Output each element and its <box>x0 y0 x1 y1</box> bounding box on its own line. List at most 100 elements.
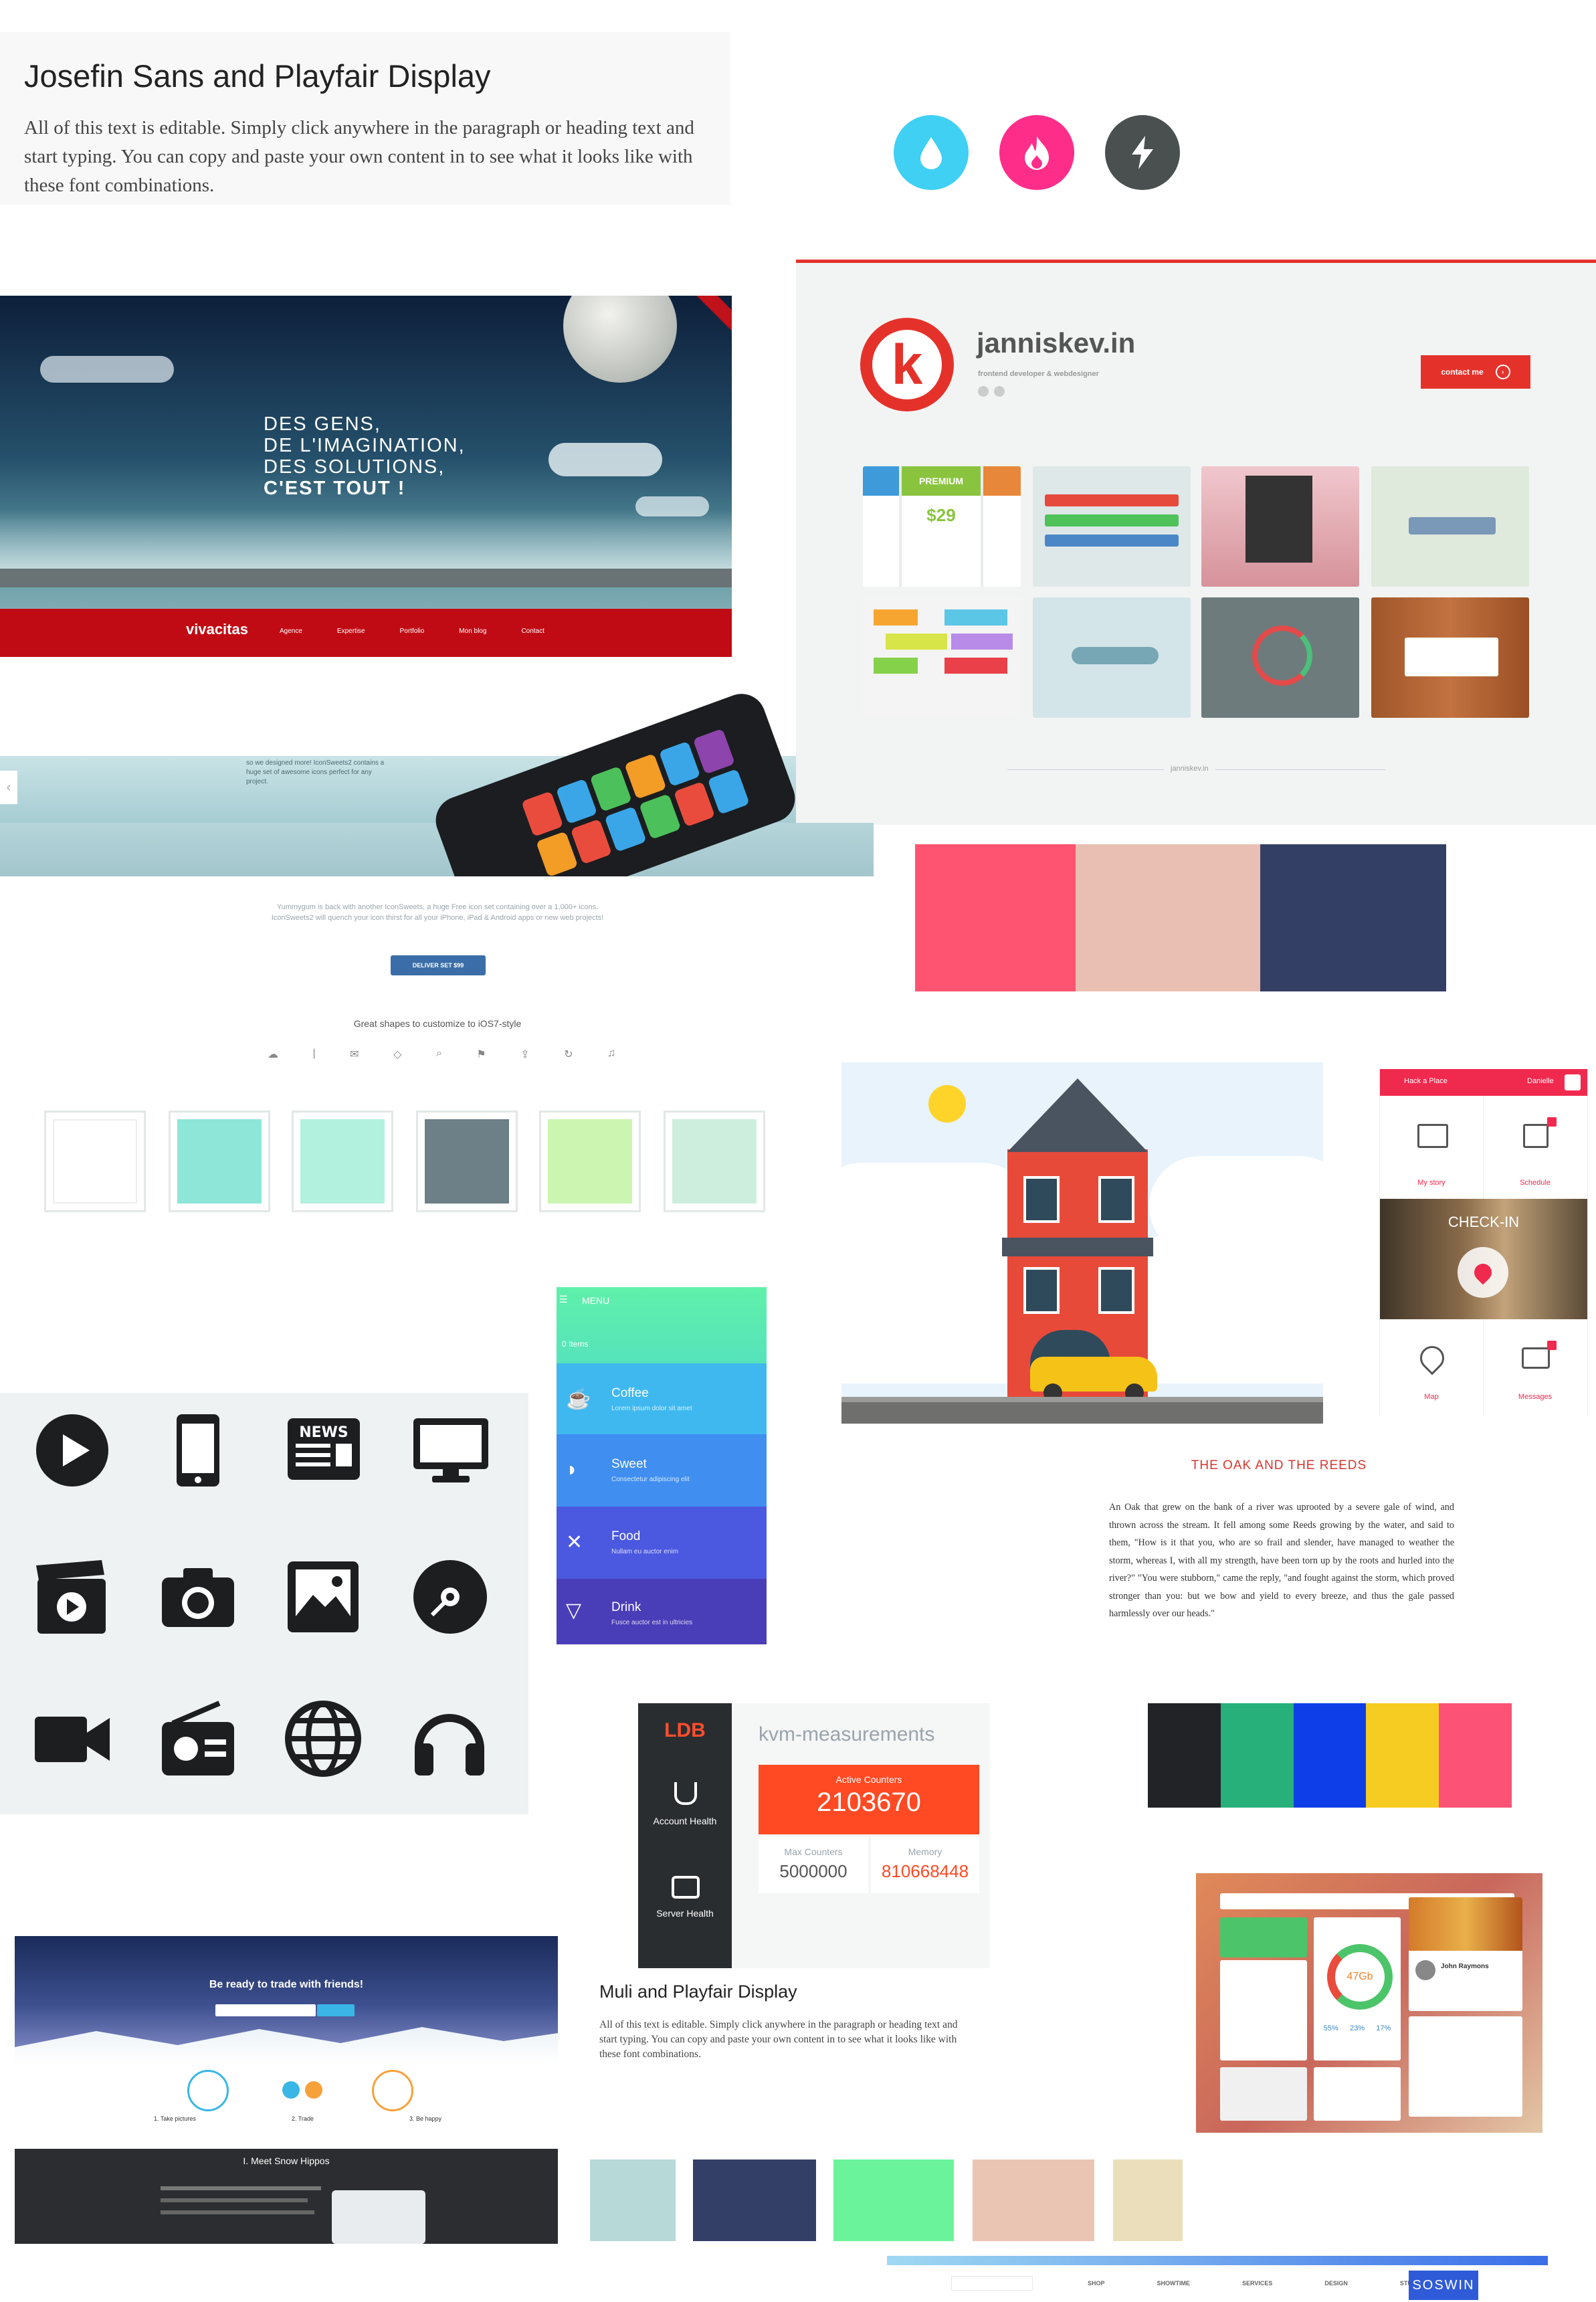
hamburger-icon[interactable]: ☰ <box>559 1294 568 1305</box>
ldb-logo[interactable]: LDB <box>638 1719 732 1742</box>
twitter-icon[interactable] <box>978 386 989 397</box>
globe-icon <box>285 1701 361 1777</box>
swatch-square[interactable] <box>539 1111 641 1212</box>
memory-card[interactable]: Memory 810668448 <box>871 1837 979 1893</box>
swatch[interactable] <box>973 2160 1094 2241</box>
user-icon[interactable] <box>1565 1074 1581 1090</box>
moon <box>563 296 677 383</box>
hero-headline: DES GENS, DE L'IMAGINATION, DES SOLUTION… <box>264 413 466 499</box>
nav-account-health[interactable]: Account Health <box>638 1776 732 1849</box>
portfolio-tile-buttons[interactable] <box>1033 466 1191 587</box>
deliver-button[interactable]: DELIVER SET $99 <box>391 955 486 975</box>
portfolio-tile-wood[interactable] <box>1371 597 1529 718</box>
checkin-card[interactable]: CHECK-IN <box>1380 1199 1587 1319</box>
tile-schedule[interactable]: Schedule <box>1483 1096 1587 1200</box>
swatch-square[interactable] <box>169 1111 270 1212</box>
swatch[interactable] <box>1260 844 1446 991</box>
menu-item-sweet[interactable]: ◗ Sweet Consectetur adipiscing elit <box>557 1434 767 1507</box>
font-card-title[interactable]: Muli and Playfair Display <box>599 1982 797 2002</box>
soswin-bar: SHOP SHOWTIME SERVICES DESIGN STUDIO SOS… <box>887 2256 1548 2302</box>
soswin-logo[interactable]: SOSWIN <box>1409 2271 1478 2300</box>
swatch-square[interactable] <box>416 1111 518 1212</box>
swatch[interactable] <box>1439 1703 1512 1808</box>
portfolio-tile-player[interactable] <box>1033 597 1191 718</box>
user-name[interactable]: Danielle <box>1527 1077 1554 1085</box>
palette-1 <box>915 844 1446 991</box>
nav-design[interactable]: DESIGN <box>1324 2280 1348 2287</box>
drop-icon[interactable] <box>894 115 969 190</box>
nav-server-health[interactable]: Server Health <box>638 1868 732 1941</box>
swatch[interactable] <box>693 2160 816 2241</box>
nav-contact[interactable]: Contact <box>521 628 544 635</box>
portfolio-tile-toggle[interactable] <box>1371 466 1529 587</box>
share-icon: ⇪ <box>520 1049 530 1060</box>
flat-ui-kit: 47Gb 55% 23% 17% John Raymons <box>1196 1873 1542 2133</box>
font-card-body[interactable]: All of this text is editable. Simply cli… <box>599 2018 961 2062</box>
nav-agence[interactable]: Agence <box>280 628 302 635</box>
step-be-happy[interactable] <box>372 2070 413 2111</box>
step-trade[interactable] <box>276 2077 329 2103</box>
contact-button[interactable]: contact me › <box>1421 355 1530 389</box>
nav-shop[interactable]: SHOP <box>1088 2280 1105 2287</box>
swatch[interactable] <box>1220 1703 1294 1808</box>
swatch[interactable] <box>1113 2160 1183 2241</box>
swatch[interactable] <box>1148 1703 1221 1808</box>
trade-headline: Be ready to trade with friends! <box>209 1979 364 1990</box>
tile-messages[interactable]: Messages <box>1483 1319 1587 1417</box>
tile-my-story[interactable]: My story <box>1380 1096 1484 1200</box>
swatch[interactable] <box>833 2160 954 2241</box>
nav-showtime[interactable]: SHOWTIME <box>1157 2280 1191 2287</box>
vivacitas-logo[interactable]: vivacitas <box>186 621 248 638</box>
swatch-square[interactable] <box>44 1111 146 1212</box>
swatch[interactable] <box>1293 1703 1367 1808</box>
mobile-icon <box>177 1414 219 1486</box>
step-take-pictures[interactable] <box>187 2070 229 2111</box>
messages-icon <box>1522 1347 1550 1369</box>
flag-icon: ⚑ <box>476 1049 486 1060</box>
nav-expertise[interactable]: Expertise <box>337 628 365 635</box>
chart-widget[interactable] <box>1220 1917 1307 1957</box>
max-counters-card[interactable]: Max Counters 5000000 <box>759 1837 868 1893</box>
bar-search[interactable] <box>951 2276 1033 2291</box>
bolt-icon[interactable] <box>1105 115 1180 190</box>
hard-drive-icon <box>672 1876 700 1899</box>
fable-body[interactable]: An Oak that grew on the bank of a river … <box>1109 1499 1454 1623</box>
menu-item-coffee[interactable]: ☕ Coffee Lorem ipsum dolor sit amet <box>557 1363 767 1434</box>
font-card-title[interactable]: Josefin Sans and Playfair Display <box>24 58 491 94</box>
active-counters-card[interactable]: Active Counters 2103670 <box>759 1765 979 1834</box>
dribbble-icon[interactable] <box>994 386 1005 397</box>
search-field[interactable] <box>215 2004 316 2016</box>
carousel-prev[interactable]: ‹ <box>0 771 17 804</box>
nav-blog[interactable]: Mon blog <box>459 628 486 635</box>
swatch[interactable] <box>915 844 1076 991</box>
menu-item-food[interactable]: ✕ Food Nullam eu auctor enim <box>557 1507 767 1579</box>
stethoscope-icon <box>674 1782 697 1805</box>
fire-icon[interactable] <box>999 115 1074 190</box>
corner-ribbon[interactable] <box>684 296 732 350</box>
brand[interactable]: Hack a Place <box>1404 1077 1448 1085</box>
profile-widget[interactable]: John Raymons <box>1409 1897 1522 2011</box>
portfolio-tile-music[interactable] <box>1201 466 1359 587</box>
swatch-square[interactable] <box>292 1111 393 1212</box>
portfolio-tile-pricing[interactable]: PREMIUM $29 <box>863 466 1021 587</box>
fable-title[interactable]: THE OAK AND THE REEDS <box>1104 1458 1454 1473</box>
janniskev-logo[interactable]: k <box>860 318 954 411</box>
coffee-icon: ☕ <box>566 1388 591 1410</box>
swatch[interactable] <box>1076 844 1260 991</box>
circle-icons <box>894 115 1181 191</box>
nav-services[interactable]: SERVICES <box>1242 2280 1272 2287</box>
swatch[interactable] <box>590 2160 676 2241</box>
menu-item-drink[interactable]: ▽ Drink Fusce auctor est in ultricies <box>557 1579 767 1644</box>
font-card-body[interactable]: All of this text is editable. Simply cli… <box>24 114 720 200</box>
utensils-icon: ✕ <box>566 1531 583 1553</box>
swatch[interactable] <box>1366 1703 1439 1808</box>
portfolio-tile-forms[interactable] <box>863 597 1021 718</box>
storage-widget[interactable]: 47Gb 55% 23% 17% <box>1314 1917 1401 2060</box>
swatch-square[interactable] <box>664 1111 765 1212</box>
tile-map[interactable]: Map <box>1380 1319 1484 1417</box>
font-card-2: Muli and Playfair Display All of this te… <box>589 1978 990 2091</box>
notification-badge <box>1547 1117 1557 1127</box>
nav-portfolio[interactable]: Portfolio <box>400 628 425 635</box>
search-button[interactable] <box>317 2004 355 2016</box>
portfolio-tile-gauge[interactable] <box>1201 597 1359 718</box>
